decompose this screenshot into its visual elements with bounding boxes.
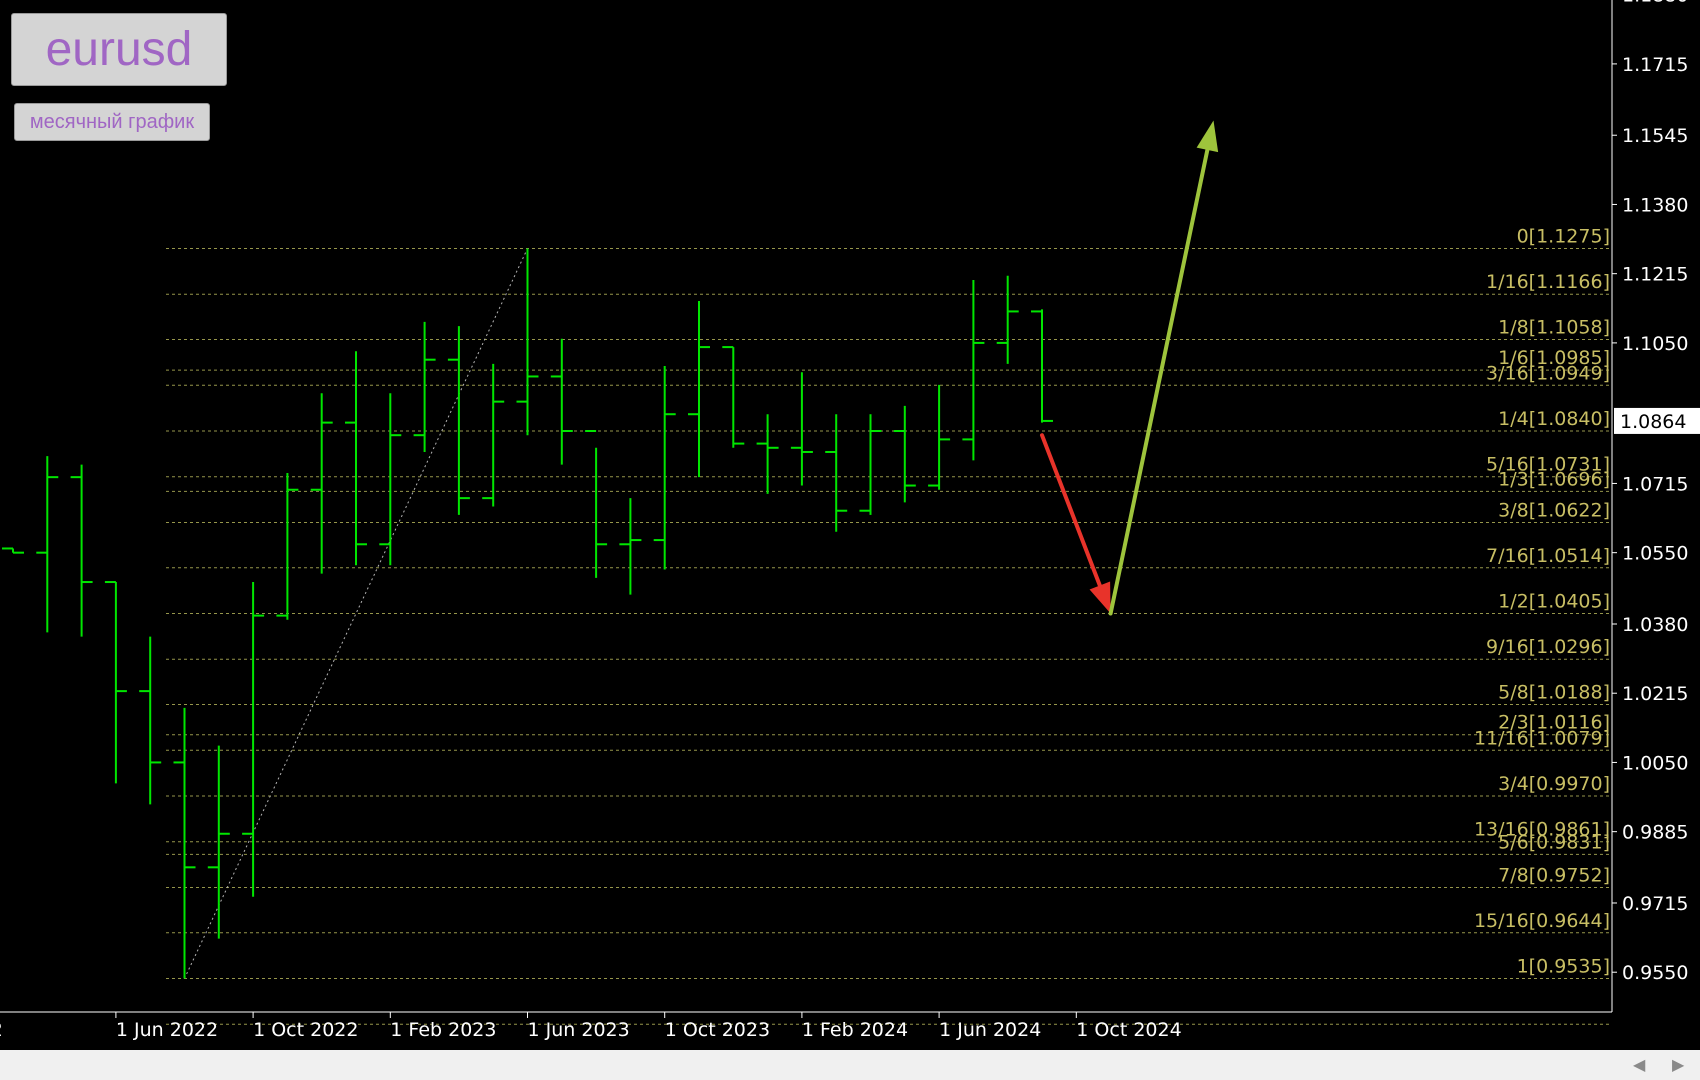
ohlc-bar — [859, 414, 882, 515]
y-tick-label: 1.0715 — [1622, 473, 1688, 495]
x-tick-label: 1 Jun 2022 — [116, 1019, 218, 1041]
y-tick-label: 0.9550 — [1622, 962, 1688, 984]
ohlc-bar — [173, 707, 196, 979]
x-tick-label: 1 Feb 2024 — [802, 1019, 908, 1041]
ohlc-bar — [756, 414, 779, 494]
ohlc-bar — [928, 384, 951, 490]
period-label[interactable]: месячный график — [14, 103, 210, 141]
y-tick-label: 1.1715 — [1622, 54, 1688, 76]
ohlc-bar — [379, 393, 402, 566]
x-tick-label: 1 Feb 2023 — [390, 1019, 496, 1041]
ohlc-bar — [790, 372, 813, 486]
fibo-level-label: 5/6[0.9831] — [1498, 831, 1610, 853]
symbol-label[interactable]: eurusd — [11, 13, 227, 86]
x-tick-label: 1 Oct 2023 — [665, 1019, 770, 1041]
ohlc-bar — [276, 472, 299, 620]
current-price-label: 1.0864 — [1620, 411, 1686, 433]
x-tick-label: 1 Jun 2023 — [528, 1019, 630, 1041]
ohlc-bar — [688, 300, 710, 478]
y-tick-label: 1.1545 — [1622, 125, 1688, 147]
ohlc-bar — [722, 346, 745, 448]
y-tick-label: 0.9715 — [1622, 893, 1688, 915]
x-tick-label: 1 Oct 2022 — [253, 1019, 358, 1041]
arrow-head — [1196, 120, 1219, 153]
y-tick-label: 1.0380 — [1622, 614, 1688, 636]
ohlc-bar — [447, 326, 470, 515]
ohlc-bar — [825, 414, 848, 532]
ohlc-bar — [550, 338, 573, 465]
fibo-level-label: 1/16[1.1166] — [1486, 271, 1610, 293]
fibo-level-label: 1/2[1.0405] — [1498, 591, 1610, 613]
y-tick-label: 1.1215 — [1622, 264, 1688, 286]
fibo-level-label: 11/16[1.0079] — [1474, 727, 1610, 749]
scroll-left-icon[interactable]: ◀ — [1633, 1055, 1645, 1074]
ohlc-bar — [310, 393, 333, 574]
ohlc-bar — [242, 582, 265, 897]
y-tick-label: 1.0550 — [1622, 543, 1688, 565]
fibo-level-label: 7/16[1.0514] — [1486, 545, 1610, 567]
fibo-level-label: 9/16[1.0296] — [1486, 636, 1610, 658]
ohlc-bar — [36, 456, 59, 633]
price-chart[interactable]: 0[1.1275]1/16[1.1166]1/8[1.1058]1/6[1.09… — [0, 0, 1700, 1080]
fibo-level-label: 1/8[1.1058] — [1498, 317, 1610, 339]
forecast-arrow-up — [1108, 120, 1219, 616]
ohlc-bar — [996, 275, 1019, 364]
x-tick-label: 22 — [0, 1019, 3, 1041]
arrow-shaft — [1108, 147, 1210, 616]
y-tick-label: 1.1880 — [1622, 0, 1688, 7]
ohlc-bar — [893, 405, 916, 503]
ohlc-bar — [345, 351, 367, 566]
ohlc-bar — [1031, 309, 1053, 423]
forecast-arrow-down — [1040, 433, 1111, 614]
arrow-shaft — [1040, 433, 1102, 588]
y-tick-label: 1.1050 — [1622, 333, 1688, 355]
fibonacci-levels: 0[1.1275]1/16[1.1166]1/8[1.1058]1/6[1.09… — [166, 226, 1612, 1025]
ohlc-bar — [104, 581, 127, 784]
arrow-head — [1089, 581, 1111, 614]
forecast-arrows — [1040, 120, 1219, 616]
fibo-level-label: 3/16[1.0949] — [1486, 362, 1610, 384]
fibo-level-label: 3/8[1.0622] — [1498, 499, 1610, 521]
fibo-level-label: 1/4[1.0840] — [1498, 408, 1610, 430]
x-tick-label: 1 Oct 2024 — [1076, 1019, 1181, 1041]
fibo-level-label: 15/16[0.9644] — [1474, 910, 1610, 932]
fibo-level-label: 1/3[1.0696] — [1498, 468, 1610, 490]
ohlc-bar — [585, 430, 608, 578]
ohlc-bar — [516, 248, 539, 436]
fibo-level-label: 0[1.1275] — [1517, 226, 1610, 248]
x-tick-label: 1 Jun 2024 — [939, 1019, 1041, 1041]
bottom-scroll-bar: ◀ ▶ — [0, 1050, 1700, 1080]
ohlc-bar — [139, 636, 162, 805]
axes: 1.1880 1.1715 1.1545 1.1380 1.1215 1.1050 1.07… — [0, 0, 1700, 1041]
y-tick-label: 1.0050 — [1622, 752, 1688, 774]
ohlc-bar — [413, 321, 436, 452]
y-tick-label: 0.9885 — [1622, 822, 1688, 844]
fibo-level-label: 5/8[1.0188] — [1498, 682, 1610, 704]
ohlc-bar — [2, 547, 24, 554]
y-tick-label: 1.1380 — [1622, 194, 1688, 216]
ohlc-bar — [619, 498, 642, 595]
ohlc-bar — [653, 365, 676, 570]
ohlc-bar — [70, 464, 93, 637]
fibo-level-label: 1[0.9535] — [1517, 956, 1610, 978]
fibo-level-label: 3/4[0.9970] — [1498, 773, 1610, 795]
scroll-right-icon[interactable]: ▶ — [1672, 1055, 1684, 1074]
fibo-level-label: 7/8[0.9752] — [1498, 864, 1610, 886]
y-tick-label: 1.0215 — [1622, 683, 1688, 705]
